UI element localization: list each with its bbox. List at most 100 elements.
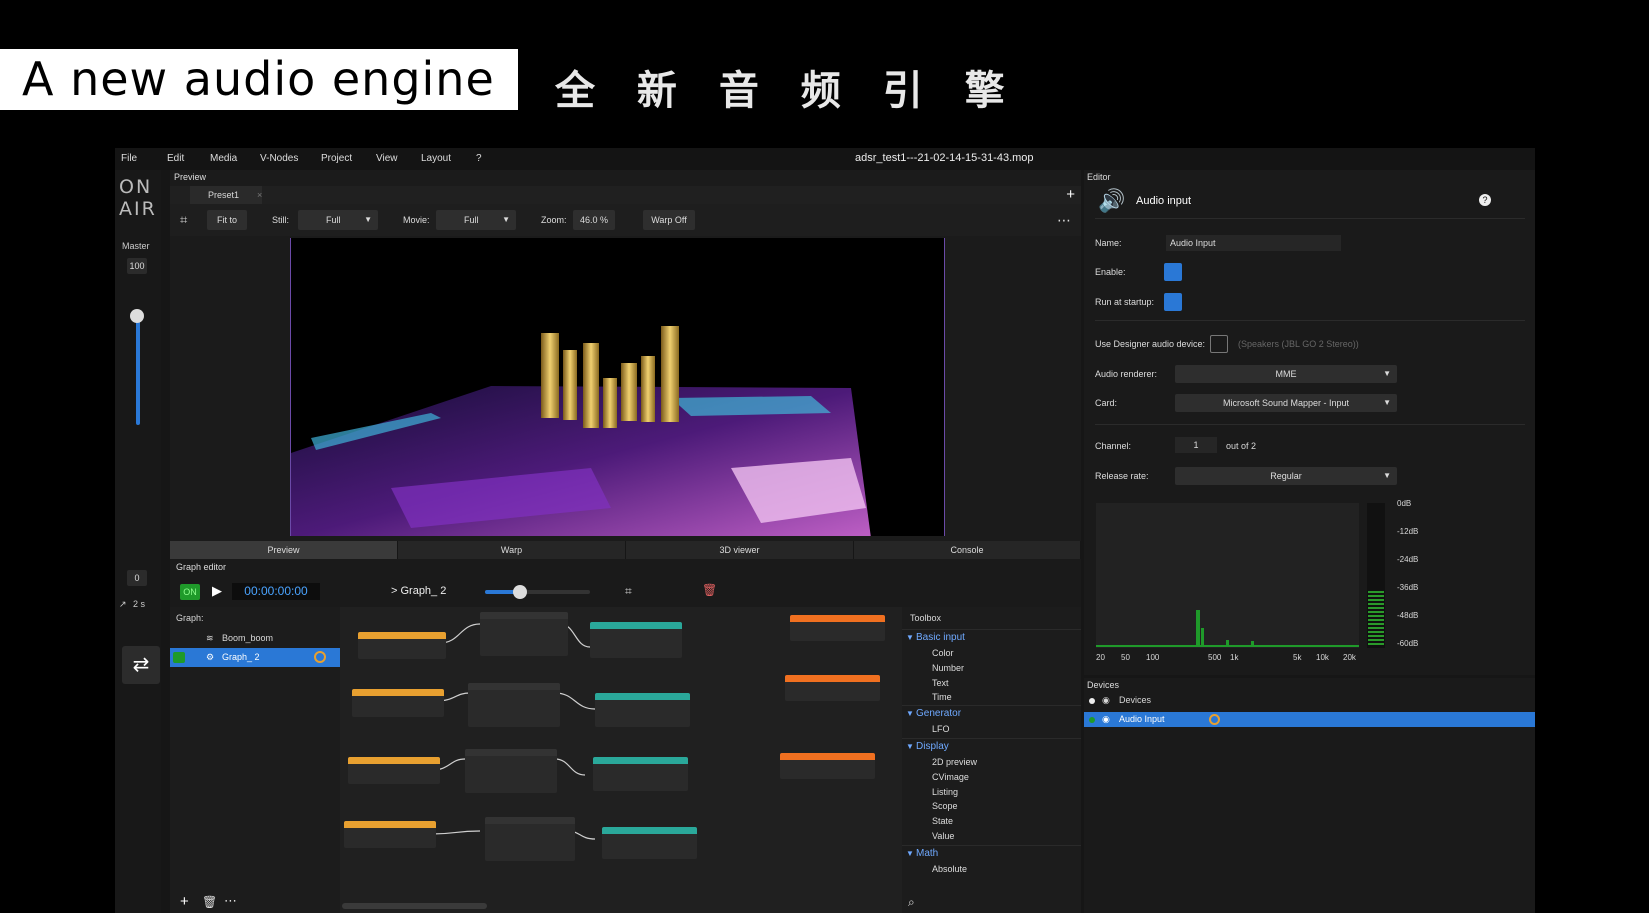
toolbox-category-generator[interactable]: ▼ Generator	[902, 705, 1081, 721]
toolbox-item-cvimage[interactable]: CVimage	[932, 772, 969, 782]
toolbox-item-2d-preview[interactable]: 2D preview	[932, 757, 977, 767]
toolbox-item-lfo[interactable]: LFO	[932, 724, 950, 734]
delete-icon[interactable]: 🗑	[702, 583, 717, 597]
channel-input[interactable]: 1	[1175, 437, 1217, 453]
add-tab-icon[interactable]: +	[1066, 186, 1075, 203]
menu-view[interactable]: View	[376, 153, 398, 164]
app-logo: ON AIR	[119, 176, 157, 220]
master-slider-knob[interactable]	[130, 309, 144, 323]
db-tick: -48dB	[1397, 611, 1419, 620]
node-operation-4[interactable]	[485, 817, 575, 861]
node-operation-3[interactable]	[465, 749, 557, 793]
device-row-audio-input[interactable]: ◉ Audio Input	[1084, 712, 1535, 727]
node-output-2[interactable]	[595, 693, 690, 727]
master-min-value[interactable]: 0	[127, 570, 147, 586]
tab-3d-viewer[interactable]: 3D viewer	[626, 541, 854, 559]
close-icon[interactable]: ×	[257, 190, 262, 200]
graph-breadcrumb[interactable]: > Graph_ 2	[391, 585, 446, 597]
channel-count: out of 2	[1226, 441, 1257, 451]
graph-item-graph-2[interactable]: ⚙ Graph_ 2	[170, 648, 340, 667]
node-operation-1[interactable]	[480, 612, 568, 656]
master-value[interactable]: 100	[127, 258, 147, 274]
db-tick: -60dB	[1397, 639, 1419, 648]
node-audio-input-1[interactable]	[358, 632, 446, 659]
toolbox-category-basic-input[interactable]: ▼ Basic input	[902, 629, 1081, 645]
toolbox-item-color[interactable]: Color	[932, 648, 954, 658]
menu-media[interactable]: Media	[210, 153, 237, 164]
menu-layout[interactable]: Layout	[421, 153, 451, 164]
graph-item-boom-boom[interactable]: ≋ Boom_boom	[170, 629, 340, 648]
release-rate-select[interactable]: Regular ▼	[1175, 467, 1397, 485]
freq-tick: 20	[1096, 653, 1105, 662]
canvas-scrollbar[interactable]	[342, 903, 487, 909]
menu-edit[interactable]: Edit	[167, 153, 184, 164]
toolbox-category-math[interactable]: ▼ Math	[902, 845, 1081, 861]
name-input[interactable]: Audio Input	[1166, 235, 1341, 251]
fit-to-button[interactable]: Fit to	[207, 210, 247, 230]
node-audio-input-6[interactable]	[785, 675, 880, 701]
tab-console[interactable]: Console	[854, 541, 1081, 559]
menu-help[interactable]: ?	[476, 153, 482, 164]
fit-frame-icon[interactable]: ⌗	[180, 212, 187, 228]
run-at-startup-checkbox[interactable]	[1164, 293, 1182, 311]
help-icon[interactable]: ?	[1479, 194, 1491, 206]
node-audio-input-2[interactable]	[352, 689, 444, 717]
preview-viewport[interactable]	[290, 238, 945, 536]
node-output-1[interactable]	[590, 622, 682, 658]
toolbox-item-listing[interactable]: Listing	[932, 787, 958, 797]
toolbox-item-absolute[interactable]: Absolute	[932, 864, 967, 874]
toolbox-item-text[interactable]: Text	[932, 678, 949, 688]
toolbox-item-time[interactable]: Time	[932, 692, 952, 702]
zoom-input[interactable]: 46.0 %	[573, 210, 615, 230]
fit-graph-icon[interactable]: ⌗	[625, 584, 632, 599]
channel-label: Channel:	[1095, 441, 1132, 451]
more-icon[interactable]: ⋯	[1057, 212, 1071, 229]
left-rail: ON AIR Master 100 0 ↗ 2 s ⇄	[115, 170, 161, 913]
node-output-4[interactable]	[602, 827, 697, 859]
freq-tick: 5k	[1293, 653, 1302, 662]
enable-checkbox[interactable]	[1164, 263, 1182, 281]
more-icon[interactable]: ⋯	[224, 893, 237, 909]
add-graph-icon[interactable]: +	[180, 893, 189, 910]
warp-toggle-button[interactable]: Warp Off	[643, 210, 695, 230]
graph-zoom-knob[interactable]	[513, 585, 527, 599]
fade-icon[interactable]: ↗	[119, 599, 127, 610]
menu-project[interactable]: Project	[321, 153, 352, 164]
preview-bottom-tabs: Preview Warp 3D viewer Console	[170, 541, 1081, 559]
fade-time[interactable]: 2 s	[133, 599, 145, 609]
device-row-devices[interactable]: ◉ Devices	[1084, 693, 1535, 708]
node-output-3[interactable]	[593, 757, 688, 791]
graph-canvas[interactable]	[340, 607, 902, 913]
toolbox-category-display[interactable]: ▼ Display	[902, 738, 1081, 754]
still-select[interactable]: Full ▼	[298, 210, 378, 230]
toolbox-item-value[interactable]: Value	[932, 831, 954, 841]
node-audio-input-7[interactable]	[780, 753, 875, 779]
node-audio-input-3[interactable]	[348, 757, 440, 784]
link-icon[interactable]: ⇄	[122, 646, 160, 684]
search-icon[interactable]: ⌕	[908, 895, 915, 910]
toolbox-item-state[interactable]: State	[932, 816, 953, 826]
card-select[interactable]: Microsoft Sound Mapper - Input ▼	[1175, 394, 1397, 412]
tab-warp[interactable]: Warp	[398, 541, 626, 559]
menu-v-nodes[interactable]: V-Nodes	[260, 153, 298, 164]
freq-tick: 1k	[1230, 653, 1239, 662]
play-icon[interactable]: ▶	[212, 583, 222, 599]
tab-preset1[interactable]: Preset1 ×	[190, 186, 262, 204]
node-audio-input-5[interactable]	[790, 615, 885, 641]
timecode-display[interactable]: 00:00:00:00	[232, 583, 320, 600]
toolbox-item-scope[interactable]: Scope	[932, 801, 958, 811]
on-toggle-button[interactable]: ON	[180, 584, 200, 600]
node-audio-input-4[interactable]	[344, 821, 436, 848]
node-operation-2[interactable]	[468, 683, 560, 727]
master-slider-track[interactable]	[136, 315, 140, 425]
tab-preview[interactable]: Preview	[170, 541, 398, 559]
toolbox-item-number[interactable]: Number	[932, 663, 964, 673]
menu-file[interactable]: File	[121, 153, 137, 164]
movie-select[interactable]: Full ▼	[436, 210, 516, 230]
preview-panel: Preview Preset1 × + ⌗ Fit to Still: Full ▼…	[170, 170, 1081, 570]
audio-renderer-select[interactable]: MME ▼	[1175, 365, 1397, 383]
devices-panel-title: Devices	[1087, 680, 1120, 690]
freq-tick: 10k	[1316, 653, 1329, 662]
trash-icon[interactable]: 🗑	[202, 895, 217, 909]
designer-device-checkbox[interactable]	[1210, 335, 1228, 353]
